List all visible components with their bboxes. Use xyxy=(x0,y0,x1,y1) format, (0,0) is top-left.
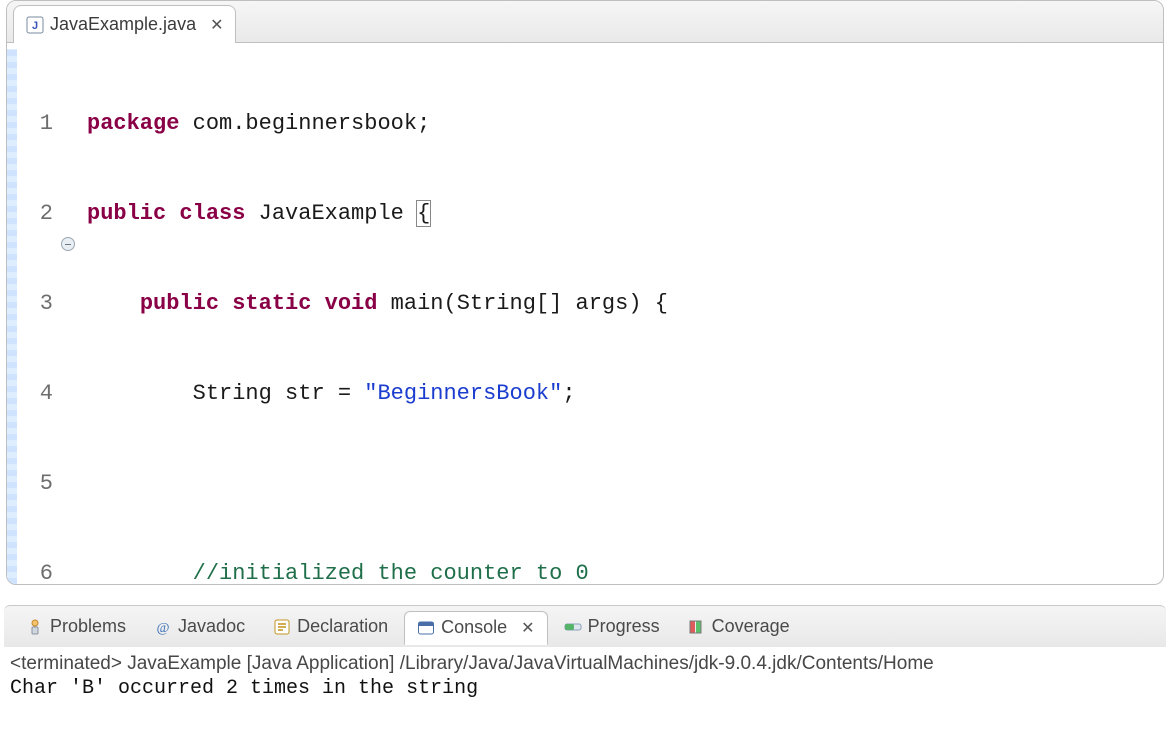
line-number: 1 xyxy=(17,109,53,139)
code-line: //initialized the counter to 0 xyxy=(87,559,1163,584)
tab-progress[interactable]: Progress xyxy=(552,610,672,644)
fold-column xyxy=(59,49,77,584)
code-area[interactable]: 1 2 3 4 5 6 7 8 9 10 11 12 13 14 15 16 1… xyxy=(7,43,1163,584)
problems-icon xyxy=(26,618,44,636)
close-icon[interactable]: ✕ xyxy=(521,618,534,638)
line-number: 6 xyxy=(17,559,53,584)
fold-toggle-icon[interactable] xyxy=(59,229,77,259)
declaration-icon xyxy=(273,618,291,636)
tab-console[interactable]: Console ✕ xyxy=(404,611,547,645)
svg-text:J: J xyxy=(32,20,38,32)
tab-problems[interactable]: Problems xyxy=(14,610,138,644)
console-header: <terminated> JavaExample [Java Applicati… xyxy=(10,653,1160,675)
editor-tab-bar: J JavaExample.java ✕ xyxy=(7,1,1163,43)
line-number: 4 xyxy=(17,379,53,409)
editor-panel: J JavaExample.java ✕ 1 2 3 4 5 6 7 8 9 1… xyxy=(6,0,1164,585)
annotation-strip xyxy=(7,49,17,584)
code-line xyxy=(87,469,1163,499)
line-number: 3 xyxy=(17,289,53,319)
tab-label: Javadoc xyxy=(178,616,245,637)
editor-tab-label: JavaExample.java xyxy=(50,14,196,35)
progress-icon xyxy=(564,618,582,636)
tab-label: Problems xyxy=(50,616,126,637)
java-file-icon: J xyxy=(26,16,44,34)
tab-javadoc[interactable]: @ Javadoc xyxy=(142,610,257,644)
tab-label: Progress xyxy=(588,616,660,637)
coverage-icon xyxy=(688,618,706,636)
tab-label: Coverage xyxy=(712,616,790,637)
code-line: package com.beginnersbook; xyxy=(87,109,1163,139)
console-panel: <terminated> JavaExample [Java Applicati… xyxy=(0,647,1170,710)
console-output: Char 'B' occurred 2 times in the string xyxy=(10,677,1160,700)
gutter: 1 2 3 4 5 6 7 8 9 10 11 12 13 14 15 16 1… xyxy=(7,49,77,584)
tab-declaration[interactable]: Declaration xyxy=(261,610,400,644)
tab-coverage[interactable]: Coverage xyxy=(676,610,802,644)
code-line: String str = "BeginnersBook"; xyxy=(87,379,1163,409)
javadoc-icon: @ xyxy=(154,618,172,636)
code-line: public class JavaExample { xyxy=(87,199,1163,229)
line-number: 2 xyxy=(17,199,53,229)
tab-label: Declaration xyxy=(297,616,388,637)
close-icon[interactable]: ✕ xyxy=(210,15,223,35)
code-line: public static void main(String[] args) { xyxy=(87,289,1163,319)
console-icon xyxy=(417,619,435,637)
editor-tab-javaexample[interactable]: J JavaExample.java ✕ xyxy=(13,5,236,43)
svg-text:@: @ xyxy=(157,621,170,636)
code-column[interactable]: package com.beginnersbook; public class … xyxy=(77,49,1163,584)
tab-label: Console xyxy=(441,617,507,638)
line-number-column: 1 2 3 4 5 6 7 8 9 10 11 12 13 14 15 16 1… xyxy=(17,49,59,584)
line-number: 5 xyxy=(17,469,53,499)
views-tab-bar: Problems @ Javadoc Declaration Console ✕… xyxy=(4,605,1166,647)
